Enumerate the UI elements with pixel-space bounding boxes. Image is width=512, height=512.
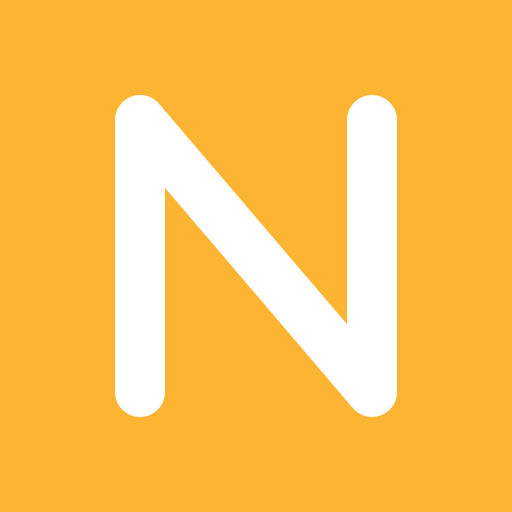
letter-n-logo-icon xyxy=(0,0,512,512)
app-icon xyxy=(0,0,512,512)
